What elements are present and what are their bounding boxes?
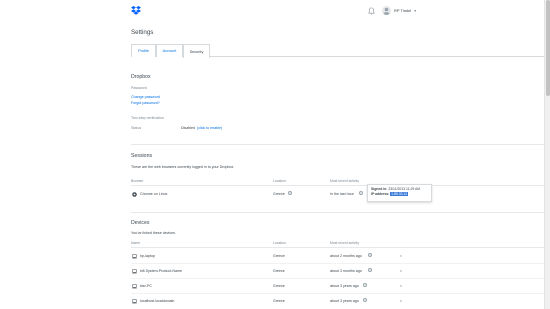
user-menu[interactable]: RP Tindel ▾ (382, 6, 416, 15)
ip-address-value[interactable]: 1.85.33.12 (390, 192, 409, 196)
device-name: bisr-PC (140, 284, 152, 288)
device-activity: about 2 months ago (330, 254, 362, 258)
device-name: hp-laptop (140, 254, 155, 258)
info-icon[interactable]: i (368, 253, 372, 257)
session-location: Greece (273, 192, 285, 196)
signed-in-value: 23/11/2013 11:29 AM (388, 187, 421, 191)
computer-icon (132, 269, 137, 274)
info-icon[interactable]: i (368, 268, 372, 272)
top-bar: RP Tindel ▾ (0, 0, 544, 22)
two-step-label: Two-step verification (131, 116, 164, 120)
device-location: Greece (273, 299, 285, 303)
bell-icon[interactable] (368, 7, 375, 15)
sessions-description: These are the web browsers currently log… (131, 165, 235, 169)
device-location: Greece (273, 269, 285, 273)
chevron-down-icon: ▾ (414, 8, 417, 13)
column-header-name: Name (131, 241, 141, 245)
change-password-link[interactable]: Change password (131, 95, 160, 99)
column-header-activity: Most recent activity (330, 241, 360, 245)
device-name: bill-System-Product-Name (140, 269, 182, 273)
remove-device-button[interactable]: x (400, 284, 402, 288)
session-tooltip: Signed in: 23/11/2013 11:29 AM IP addres… (367, 184, 432, 202)
avatar (382, 6, 391, 15)
table-divider (131, 247, 544, 248)
device-name: localhost.localdomain (140, 299, 175, 303)
remove-device-button[interactable]: x (400, 269, 402, 273)
session-activity: In the last hour (330, 192, 354, 196)
enable-two-step-link[interactable]: (click to enable) (197, 126, 222, 130)
computer-icon (132, 299, 137, 304)
page-title: Settings (131, 29, 154, 36)
row-divider (131, 263, 544, 264)
devices-description: You've linked these devices. (131, 231, 176, 235)
divider (131, 144, 544, 145)
settings-tabs: Profile Account Security (131, 44, 544, 58)
user-avatar-icon (383, 7, 390, 15)
column-header-location: Location (273, 179, 286, 183)
section-title-sessions: Sessions (131, 153, 153, 159)
device-location: Greece (273, 284, 285, 288)
remove-device-button[interactable]: x (400, 254, 402, 258)
section-title-devices: Devices (131, 220, 150, 226)
device-activity: about 3 years ago (330, 299, 359, 303)
remove-device-button[interactable]: x (400, 299, 402, 303)
dropbox-logo-icon[interactable] (131, 6, 141, 15)
scrollbar[interactable] (544, 0, 550, 309)
info-icon[interactable]: i (288, 191, 292, 195)
section-title-dropbox: Dropbox (131, 74, 151, 80)
info-icon[interactable]: i (363, 298, 367, 302)
table-divider (131, 185, 544, 186)
column-header-activity: Most recent activity (330, 179, 360, 183)
device-activity: about 3 years ago (330, 284, 359, 288)
status-label: Status (131, 126, 142, 130)
column-header-location: Location (273, 241, 286, 245)
row-divider (131, 278, 544, 279)
tab-profile[interactable]: Profile (131, 44, 156, 57)
ip-address-label: IP address: (371, 192, 390, 196)
tab-security[interactable]: Security (183, 44, 210, 58)
chrome-icon (132, 192, 137, 197)
tab-account[interactable]: Account (156, 44, 183, 57)
signed-in-label: Signed in: (371, 187, 388, 191)
forgot-password-link[interactable]: Forgot password? (131, 101, 160, 105)
info-icon[interactable]: i (359, 191, 363, 195)
user-name: RP Tindel (394, 8, 412, 13)
session-browser: Chrome on Linux (140, 192, 168, 196)
computer-icon (132, 254, 137, 259)
scrollbar-thumb[interactable] (546, 0, 550, 96)
password-label: Password (131, 86, 147, 90)
divider (131, 212, 544, 213)
device-location: Greece (273, 254, 285, 258)
device-activity: about 3 months ago (330, 269, 362, 273)
column-header-browser: Browser (131, 179, 144, 183)
computer-icon (132, 284, 137, 289)
row-divider (131, 293, 544, 294)
info-icon[interactable]: i (363, 283, 367, 287)
status-value: Disabled (181, 126, 195, 130)
